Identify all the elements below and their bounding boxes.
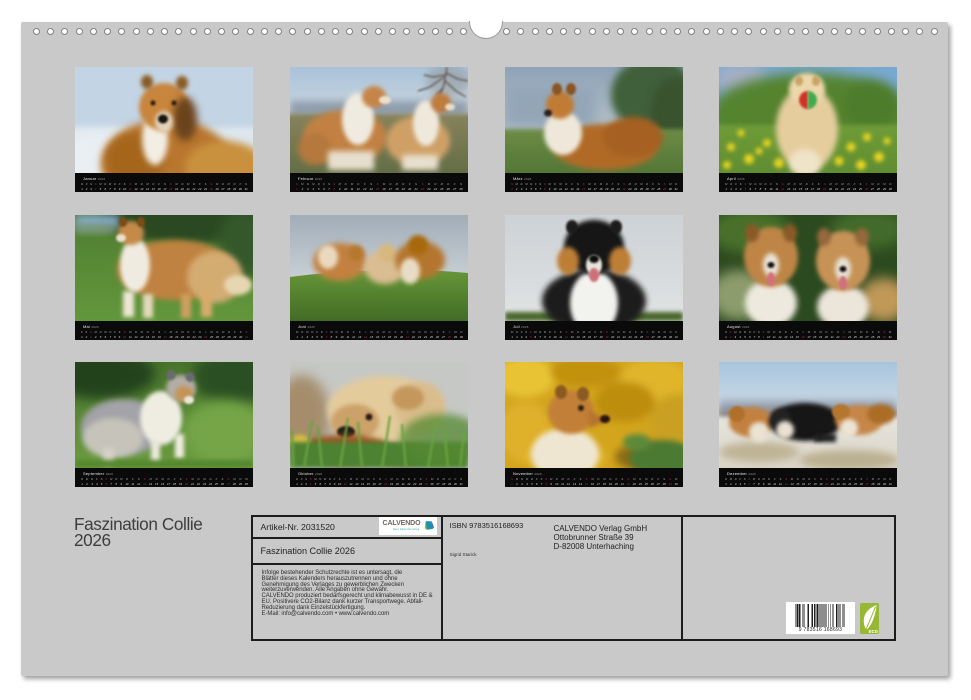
svg-text:eco: eco xyxy=(868,629,878,634)
